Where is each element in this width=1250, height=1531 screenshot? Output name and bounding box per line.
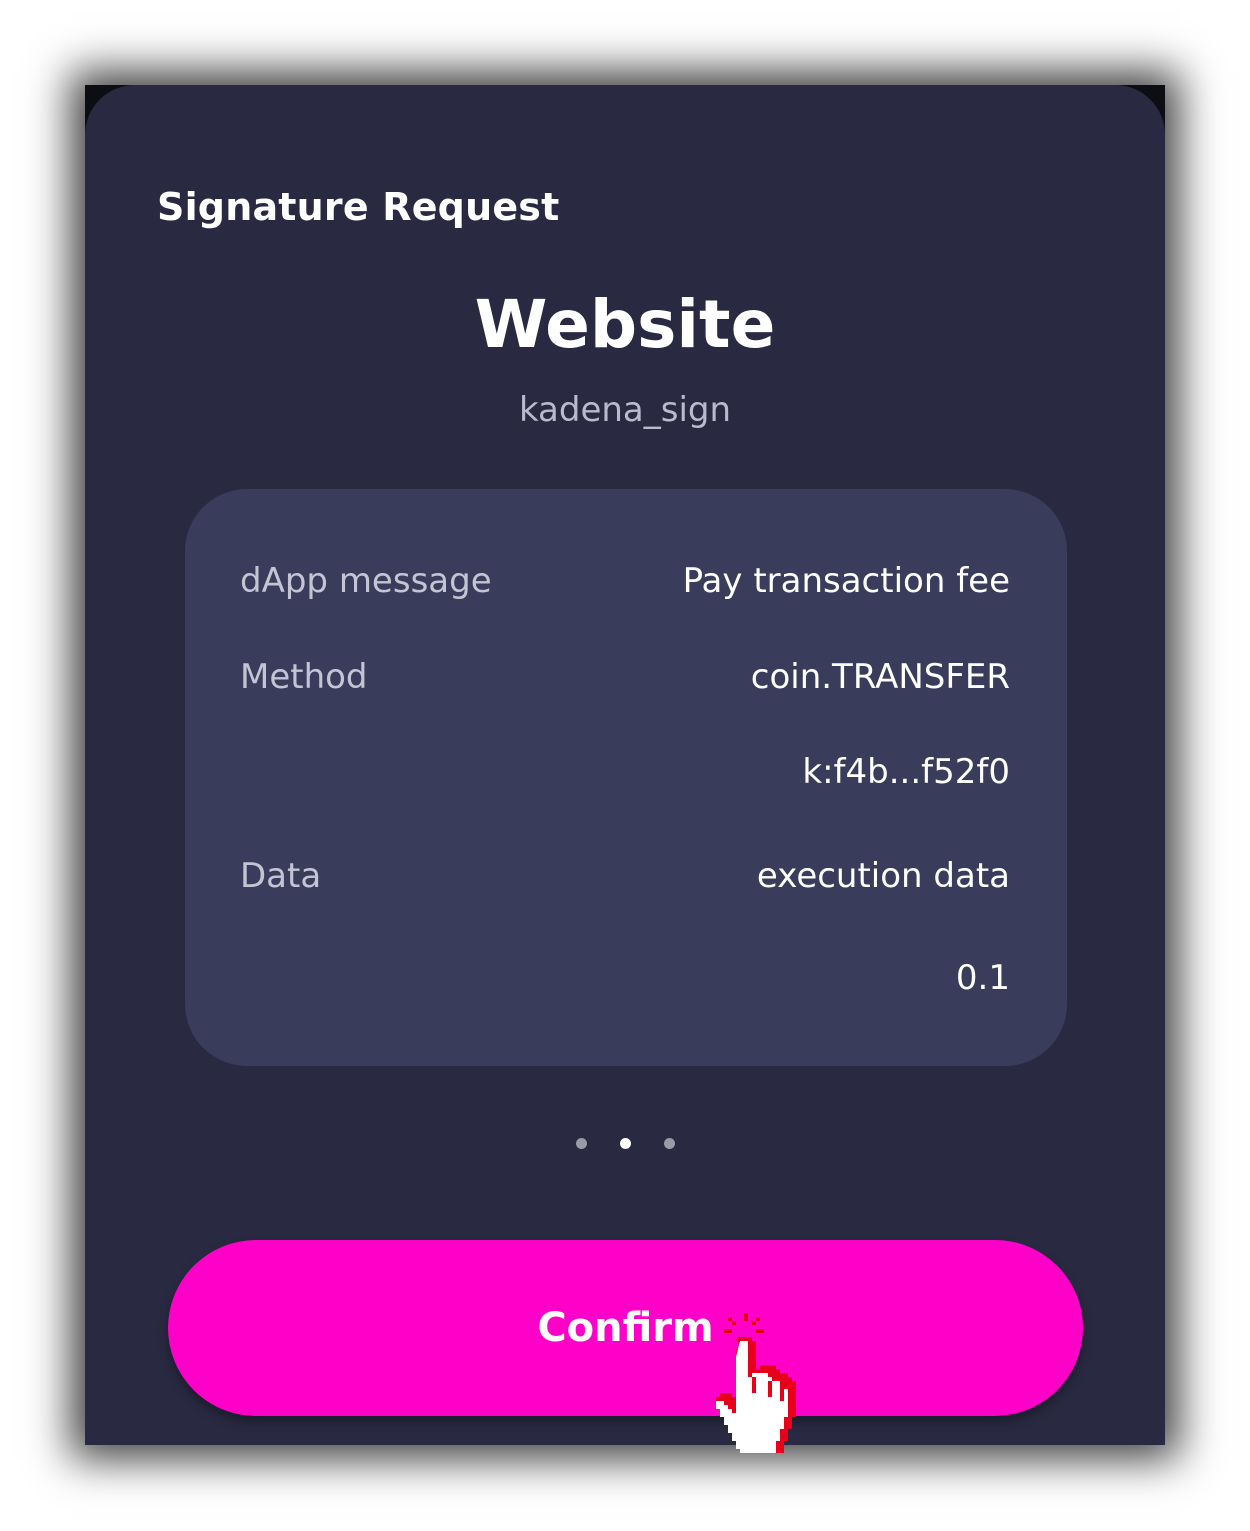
site-name: Website — [474, 286, 776, 363]
pagination-dots — [85, 1138, 1165, 1150]
dapp-message-label: dApp message — [240, 561, 492, 601]
pagination-dot-active[interactable] — [620, 1138, 631, 1149]
panel-header-title: Signature Request — [157, 185, 560, 229]
dapp-message-value: Pay transaction fee — [682, 561, 1010, 601]
pagination-dot[interactable] — [576, 1138, 587, 1149]
data-value: execution data — [756, 856, 1010, 896]
request-details-card: dApp message Pay transaction fee Method … — [185, 489, 1067, 1066]
confirm-button[interactable]: Confirm — [168, 1240, 1083, 1416]
click-sparkle-icon — [724, 1313, 764, 1333]
method-value: coin.TRANSFER — [750, 657, 1010, 697]
pointing-hand-cursor-icon — [716, 1313, 796, 1453]
account-value: k:f4b...f52f0 — [802, 752, 1010, 792]
request-method: kadena_sign — [518, 390, 732, 430]
amount-value: 0.1 — [955, 958, 1010, 998]
pagination-dot[interactable] — [664, 1138, 675, 1149]
method-label: Method — [240, 657, 368, 697]
data-label: Data — [240, 856, 322, 896]
signature-request-panel: Signature Request Website kadena_sign dA… — [85, 85, 1165, 1445]
